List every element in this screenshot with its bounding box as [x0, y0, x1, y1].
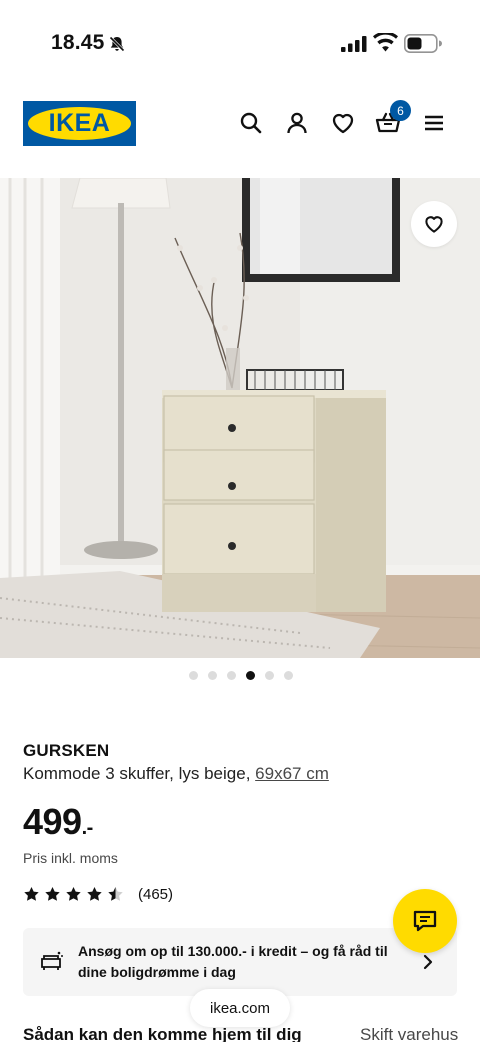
logo-text: IKEA: [48, 109, 111, 137]
carousel-dot[interactable]: [208, 671, 217, 680]
carousel-dot[interactable]: [284, 671, 293, 680]
change-store-link[interactable]: Skift varehus: [360, 1025, 458, 1042]
star-icon: [66, 887, 81, 901]
chat-icon: [413, 910, 437, 932]
product-description-text: Kommode 3 skuffer, lys beige,: [23, 764, 251, 783]
status-bar: 18.45: [0, 0, 480, 88]
browser-url-bar[interactable]: ikea.com: [190, 989, 290, 1027]
credit-banner[interactable]: Ansøg om op til 130.000.- i kredit – og …: [23, 928, 457, 996]
product-price: 499.-: [23, 801, 93, 843]
image-carousel-dots: [189, 671, 293, 680]
product-description: Kommode 3 skuffer, lys beige, 69x67 cm: [23, 764, 329, 784]
credit-banner-text: Ansøg om op til 130.000.- i kredit – og …: [78, 943, 388, 980]
add-to-favourites-button[interactable]: [411, 201, 457, 247]
cart-count-badge: 6: [390, 100, 411, 121]
carousel-dot[interactable]: [265, 671, 274, 680]
delivery-section-title: Sådan kan den komme hjem til dig: [23, 1025, 302, 1042]
battery-icon: [404, 34, 442, 53]
price-vat-note: Pris inkl. moms: [23, 850, 118, 866]
cellular-signal-icon: [341, 36, 367, 52]
price-suffix: .-: [81, 817, 94, 839]
heart-icon: [332, 113, 354, 134]
carousel-dot[interactable]: [246, 671, 255, 680]
site-header: IKEA: [0, 88, 480, 178]
search-icon: [240, 112, 262, 134]
ikea-logo[interactable]: IKEA: [23, 101, 136, 146]
user-icon: [287, 112, 307, 134]
search-button[interactable]: [238, 110, 264, 136]
rating-stars: [23, 886, 128, 903]
product-image[interactable]: [0, 178, 480, 658]
chat-button[interactable]: [393, 889, 457, 953]
star-icon: [24, 887, 39, 901]
rating-count: (465): [138, 886, 174, 903]
dresser-photo: [0, 178, 480, 658]
product-rating[interactable]: (465): [23, 886, 173, 903]
chevron-right-icon: [423, 954, 433, 970]
star-icon: [87, 887, 102, 901]
sofa-icon: [41, 951, 63, 970]
carousel-dot[interactable]: [227, 671, 236, 680]
account-button[interactable]: [284, 110, 310, 136]
price-value: 499: [23, 801, 82, 842]
star-icon: [45, 887, 60, 901]
product-name: GURSKEN: [23, 741, 110, 760]
product-measure-link[interactable]: 69x67 cm: [255, 764, 329, 783]
logo-oval: IKEA: [28, 107, 131, 140]
status-time: 18.45: [51, 31, 105, 54]
wifi-icon: [373, 33, 398, 52]
star-icon: [108, 887, 123, 901]
menu-icon: [425, 115, 443, 131]
menu-button[interactable]: [421, 110, 447, 136]
carousel-dot[interactable]: [189, 671, 198, 680]
favourites-button[interactable]: [330, 110, 356, 136]
bell-muted-icon: [108, 35, 126, 53]
heart-icon: [425, 216, 443, 233]
